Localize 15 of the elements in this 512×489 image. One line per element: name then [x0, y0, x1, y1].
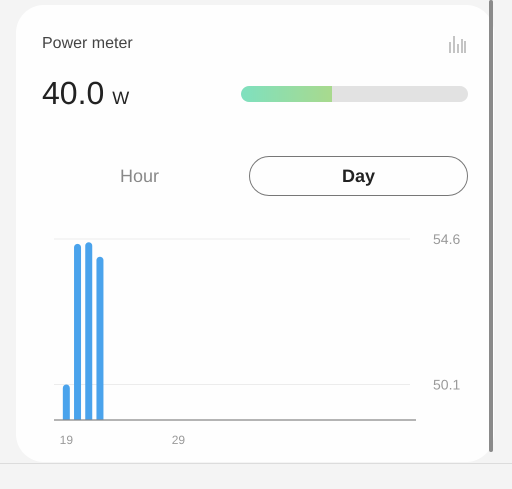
bar[interactable]: [74, 244, 82, 420]
period-tab[interactable]: Day: [249, 156, 468, 196]
y-axis-label: 50.1: [433, 376, 460, 392]
bar[interactable]: [62, 384, 70, 420]
bar[interactable]: [85, 242, 92, 420]
scrollbar[interactable]: [489, 0, 493, 452]
power-value: 40.0: [42, 75, 104, 112]
card-title: Power meter: [42, 35, 133, 53]
x-axis-label: 19: [60, 433, 73, 447]
bar[interactable]: [96, 256, 104, 420]
bar-chart-icon[interactable]: [448, 35, 466, 53]
x-axis-label: 29: [172, 433, 186, 447]
power-unit: W: [112, 88, 130, 109]
period-tab[interactable]: Hour: [30, 156, 249, 196]
y-axis-label: 54.6: [433, 231, 460, 247]
